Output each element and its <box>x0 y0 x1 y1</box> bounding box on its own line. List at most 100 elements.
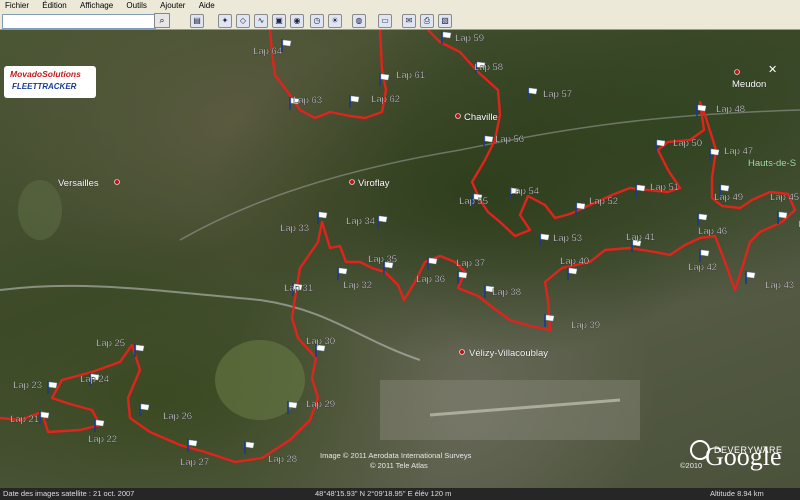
flag-icon <box>656 139 666 147</box>
lap-flag-lap-62[interactable] <box>349 95 360 108</box>
flag-icon <box>288 401 298 409</box>
lap-label-lap-49: Lap 49 <box>714 192 743 203</box>
overlay-icon[interactable]: ▣ <box>272 14 286 28</box>
menu-ajouter[interactable]: Ajouter <box>160 1 185 10</box>
lap-flag-lap-42[interactable] <box>699 249 710 262</box>
altitude-readout: Altitude 8.94 km <box>710 489 764 498</box>
place-marker-versailles <box>114 179 120 185</box>
flag-icon <box>245 441 255 449</box>
lap-flag-lap-46[interactable] <box>697 213 708 226</box>
lap-flag-lap-26[interactable] <box>139 403 150 416</box>
highway <box>0 284 421 361</box>
save-image-icon[interactable]: ▧ <box>438 14 452 28</box>
lap-label-lap-55: Lap 55 <box>459 196 488 207</box>
print-icon[interactable]: ⎙ <box>420 14 434 28</box>
menu-affichage[interactable]: Affichage <box>80 1 113 10</box>
lap-flag-lap-59[interactable] <box>441 31 452 44</box>
flag-icon <box>710 148 720 156</box>
path-icon[interactable]: ∿ <box>254 14 268 28</box>
flag-icon <box>378 215 388 223</box>
lap-label-lap-35: Lap 35 <box>368 254 397 265</box>
lap-flag-lap-32[interactable] <box>337 267 348 280</box>
lap-label-lap-22: Lap 22 <box>88 434 117 445</box>
lap-label-lap-54: Lap 54 <box>510 186 539 197</box>
lap-label-lap-32: Lap 32 <box>343 280 372 291</box>
lap-label-lap-33: Lap 33 <box>280 223 309 234</box>
lap-flag-lap-52[interactable] <box>575 202 586 215</box>
lap-label-lap-21: Lap 21 <box>10 414 39 425</box>
flag-icon <box>95 419 105 427</box>
imagery-date: Date des images satellite : 21 oct. 2007 <box>3 489 135 498</box>
lap-label-lap-64: Lap 64 <box>253 46 282 57</box>
lap-label-lap-27: Lap 27 <box>180 457 209 468</box>
flag-icon <box>140 403 150 411</box>
flag-icon <box>720 184 730 192</box>
flag-icon <box>568 267 578 275</box>
lap-flag-lap-36[interactable] <box>427 257 438 270</box>
search-button[interactable]: ⌕ <box>154 13 170 28</box>
lap-label-lap-28: Lap 28 <box>268 454 297 465</box>
lap-label-lap-48: Lap 48 <box>716 104 745 115</box>
place-label-velizy: Vélizy-Villacoublay <box>469 348 548 359</box>
tour-icon[interactable]: ◉ <box>290 14 304 28</box>
lap-flag-lap-28[interactable] <box>244 441 255 454</box>
satellite-map[interactable]: Versailles Viroflay Chaville Meudon Haut… <box>0 30 800 488</box>
lap-flag-lap-51[interactable] <box>635 184 646 197</box>
flag-icon <box>380 73 390 81</box>
flag-icon <box>338 267 348 275</box>
place-label-meudon: Meudon <box>732 79 766 90</box>
lap-label-lap-29: Lap 29 <box>306 399 335 410</box>
menu-outils[interactable]: Outils <box>126 1 146 10</box>
search-input[interactable] <box>2 14 156 29</box>
menu-edition[interactable]: Édition <box>42 1 66 10</box>
place-marker-meudon <box>734 69 740 75</box>
flag-icon <box>442 31 452 39</box>
lap-label-lap-62: Lap 62 <box>371 94 400 105</box>
lap-label-lap-24: Lap 24 <box>80 374 109 385</box>
flag-icon <box>428 257 438 265</box>
lap-flag-lap-53[interactable] <box>539 233 550 246</box>
road <box>179 109 800 241</box>
lap-label-lap-53: Lap 53 <box>553 233 582 244</box>
place-label-hauts: Hauts-de-S <box>748 158 796 169</box>
lap-label-lap-52: Lap 52 <box>589 196 618 207</box>
lap-label-lap-50: Lap 50 <box>673 138 702 149</box>
sidebar-toggle-icon[interactable]: ▤ <box>190 14 204 28</box>
placemark-icon[interactable]: ✦ <box>218 14 232 28</box>
lap-label-lap-38: Lap 38 <box>492 287 521 298</box>
planet-icon[interactable]: ◍ <box>352 14 366 28</box>
menu-bar: Fichier Édition Affichage Outils Ajouter… <box>0 0 800 12</box>
teleatlas-copyright: © 2011 Tele Atlas <box>370 461 428 470</box>
ruler-icon[interactable]: ▭ <box>378 14 392 28</box>
lap-label-lap-59: Lap 59 <box>455 33 484 44</box>
history-icon[interactable]: ◷ <box>310 14 324 28</box>
lap-label-lap-45: Lap 45 <box>770 192 799 203</box>
menu-fichier[interactable]: Fichier <box>5 1 29 10</box>
polygon-icon[interactable]: ◇ <box>236 14 250 28</box>
lap-label-lap-26: Lap 26 <box>163 411 192 422</box>
flag-icon <box>40 411 50 419</box>
lap-flag-lap-64[interactable] <box>281 39 292 52</box>
lap-flag-lap-43[interactable] <box>745 271 756 284</box>
flag-icon <box>484 135 494 143</box>
flag-icon <box>700 249 710 257</box>
lap-flag-lap-34[interactable] <box>377 215 388 228</box>
lap-label-lap-56: Lap 56 <box>495 134 524 145</box>
menu-aide[interactable]: Aide <box>199 1 215 10</box>
lap-label-lap-31: Lap 31 <box>284 283 313 294</box>
lap-flag-lap-40[interactable] <box>567 267 578 280</box>
flag-icon <box>318 211 328 219</box>
lap-label-lap-25: Lap 25 <box>96 338 125 349</box>
flag-icon <box>188 439 198 447</box>
lap-label-lap-41: Lap 41 <box>626 232 655 243</box>
close-icon[interactable]: ✕ <box>768 63 777 76</box>
fleettracker-logo: MovadoSolutions FLEETTRACKER <box>4 66 96 98</box>
lap-flag-lap-57[interactable] <box>527 87 538 100</box>
flag-icon <box>135 344 145 352</box>
imagery-copyright: Image © 2011 Aerodata International Surv… <box>320 451 472 460</box>
sun-icon[interactable]: ☀ <box>328 14 342 28</box>
flag-icon <box>576 202 586 210</box>
lap-label-lap-47: Lap 47 <box>724 146 753 157</box>
lap-label-lap-39: Lap 39 <box>571 320 600 331</box>
email-icon[interactable]: ✉ <box>402 14 416 28</box>
